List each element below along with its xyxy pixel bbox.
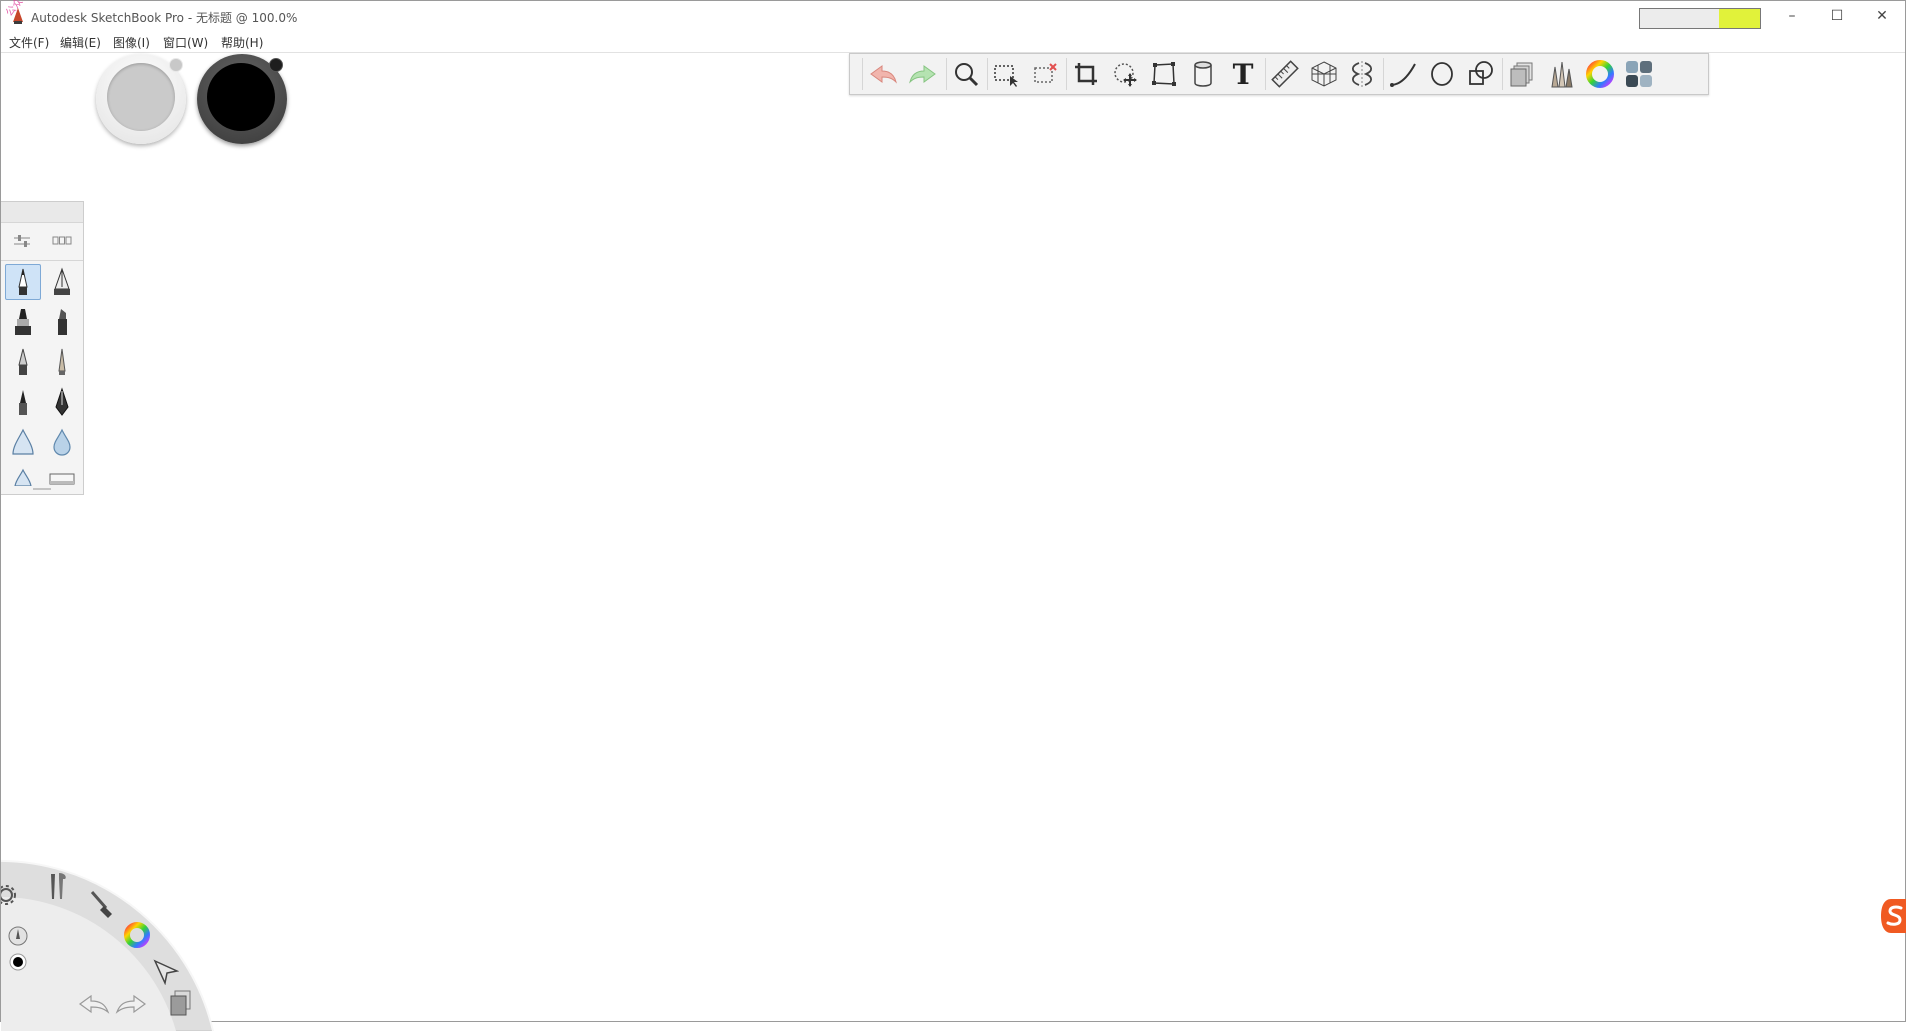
menu-window[interactable]: 窗口(W) <box>163 34 208 51</box>
fill-bucket-icon[interactable] <box>1188 59 1218 89</box>
layers-icon[interactable] <box>164 986 198 1020</box>
brush-icon[interactable] <box>85 887 119 921</box>
ink-pen-brush-icon[interactable] <box>44 264 80 300</box>
menu-bar: 文件(F) 编辑(E) 图像(I) 窗口(W) 帮助(H) <box>1 32 1905 53</box>
text-icon[interactable]: T <box>1228 57 1258 91</box>
title-bar: Autodesk SketchBook Pro - 无标题 @ 100.0% 公… <box>1 0 1905 31</box>
text-tool-glyph: T <box>1232 57 1254 91</box>
marker-brush-icon[interactable] <box>5 304 41 340</box>
minimize-button[interactable]: – <box>1769 1 1815 31</box>
zoom-icon[interactable] <box>951 59 981 89</box>
brush-library-tab-icon[interactable] <box>44 223 80 259</box>
sogou-ime-icon[interactable] <box>1881 899 1906 933</box>
window-title: Autodesk SketchBook Pro - 无标题 @ 100.0% <box>31 11 298 25</box>
distort-icon[interactable] <box>1149 59 1179 89</box>
copic-swatches-icon[interactable] <box>1624 59 1654 89</box>
select-arrow-icon[interactable] <box>149 955 183 989</box>
brush-palette-tabs <box>1 222 83 261</box>
tools-icon[interactable] <box>41 869 75 903</box>
crop-icon[interactable] <box>1071 59 1101 89</box>
blur-drop-icon[interactable] <box>44 424 80 460</box>
pencil-brush-icon[interactable] <box>5 264 41 300</box>
rect-select-icon[interactable] <box>991 59 1021 89</box>
redo-icon[interactable] <box>908 59 938 89</box>
primary-puck-indicator <box>269 58 283 72</box>
ellipse-icon[interactable] <box>1427 59 1457 89</box>
color-wheel-icon[interactable] <box>120 918 154 952</box>
close-button[interactable]: ✕ <box>1859 1 1905 31</box>
move-rotate-icon[interactable] <box>1110 59 1140 89</box>
color-swatch-bar[interactable] <box>1639 8 1761 29</box>
brush-palette-header[interactable] <box>1 202 83 223</box>
chisel-marker-icon[interactable] <box>44 304 80 340</box>
secondary-puck-indicator <box>169 58 183 72</box>
brush-properties-icon[interactable] <box>4 223 40 259</box>
ballpoint-pen-icon[interactable] <box>5 344 41 380</box>
lagoon-menu <box>1 831 221 1031</box>
maximize-button[interactable]: ☐ <box>1814 1 1860 31</box>
layers-icon[interactable] <box>1507 59 1537 89</box>
secondary-color-fill <box>107 63 175 131</box>
primary-color-fill <box>207 63 275 131</box>
eraser-icon[interactable] <box>44 460 80 486</box>
ruler-icon[interactable] <box>1270 59 1300 89</box>
main-toolbar: T <box>849 53 1709 95</box>
felt-pen-icon[interactable] <box>5 384 41 420</box>
brush-palette <box>1 201 84 495</box>
redo-icon[interactable] <box>114 987 148 1021</box>
color-dot-icon[interactable] <box>1 945 35 979</box>
app-window: Autodesk SketchBook Pro - 无标题 @ 100.0% 公… <box>0 0 1906 1031</box>
color-wheel-icon[interactable] <box>1585 59 1615 89</box>
airbrush-icon[interactable] <box>5 424 41 460</box>
brush-library-icon[interactable] <box>1546 59 1576 89</box>
undo-icon[interactable] <box>868 59 898 89</box>
settings-icon[interactable] <box>1 878 23 912</box>
menu-image[interactable]: 图像(I) <box>113 34 150 51</box>
soft-brush-icon[interactable] <box>5 460 41 486</box>
menu-help[interactable]: 帮助(H) <box>221 34 263 51</box>
shapes-icon[interactable] <box>1466 59 1496 89</box>
perspective-grid-icon[interactable] <box>1309 59 1339 89</box>
symmetry-icon[interactable] <box>1347 59 1377 89</box>
select-remove-icon[interactable] <box>1030 59 1060 89</box>
stroke-curve-icon[interactable] <box>1388 59 1418 89</box>
brush-palette-scroll-handle[interactable] <box>33 488 51 490</box>
fine-pencil-icon[interactable] <box>44 344 80 380</box>
toolbar-grip <box>862 58 863 90</box>
undo-icon[interactable] <box>77 987 111 1021</box>
menu-file[interactable]: 文件(F) <box>9 34 49 51</box>
fountain-pen-icon[interactable] <box>44 384 80 420</box>
menu-edit[interactable]: 编辑(E) <box>60 34 101 51</box>
